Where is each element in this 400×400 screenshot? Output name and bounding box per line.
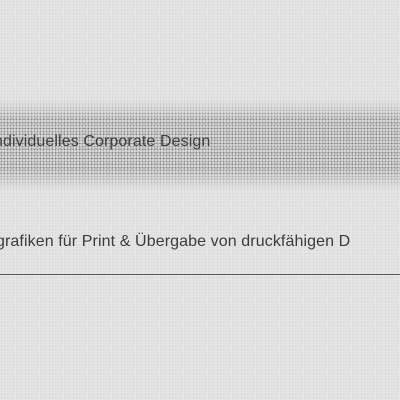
item-description: grafiken für Print & Übergabe von druckf… bbox=[0, 233, 351, 250]
page: ndividuelles Corporate Design grafiken f… bbox=[0, 0, 400, 400]
divider bbox=[0, 274, 400, 275]
item-title: ndividuelles Corporate Design bbox=[0, 133, 211, 150]
